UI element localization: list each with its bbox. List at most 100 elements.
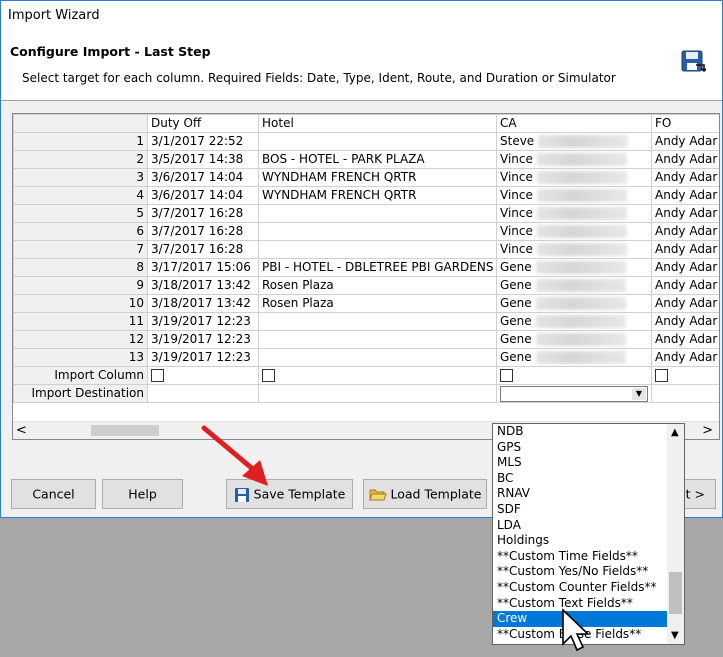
cell-ca[interactable]: Gene bbox=[496, 348, 652, 367]
cell-hotel[interactable] bbox=[258, 204, 497, 223]
cancel-button[interactable]: Cancel bbox=[11, 479, 96, 509]
table-row[interactable]: 10 3/18/2017 13:42 Rosen Plaza Gene Andy Ada… bbox=[13, 294, 719, 313]
row-number: 12 bbox=[13, 330, 148, 349]
import-checkbox-fo[interactable] bbox=[655, 369, 668, 382]
chevron-up-icon[interactable]: ▲ bbox=[671, 427, 679, 438]
dropdown-option[interactable]: SDF bbox=[493, 502, 668, 518]
table-row[interactable]: 3 3/6/2017 14:04 WYNDHAM FRENCH QRTR Vince A… bbox=[13, 168, 719, 187]
cell-hotel[interactable]: WYNDHAM FRENCH QRTR bbox=[258, 186, 497, 205]
dropdown-option[interactable]: NDB bbox=[493, 424, 668, 440]
dropdown-option[interactable]: GPS bbox=[493, 440, 668, 456]
chevron-down-icon[interactable]: ▼ bbox=[632, 387, 646, 400]
dropdown-option[interactable]: **Custom Yes/No Fields** bbox=[493, 564, 668, 580]
cell-fo[interactable]: Andy Adar bbox=[651, 330, 719, 349]
import-grid[interactable]: Duty Off Hotel CA FO 1 3/1/2017 22:52 Stev… bbox=[12, 113, 720, 440]
cell-hotel[interactable] bbox=[258, 222, 497, 241]
cell-hotel[interactable]: Rosen Plaza bbox=[258, 276, 497, 295]
cell-hotel[interactable] bbox=[258, 330, 497, 349]
import-destination-select-ca[interactable]: ▼ bbox=[500, 385, 648, 402]
cell-ca[interactable]: Vince bbox=[496, 204, 652, 223]
dropdown-option[interactable]: **Custom Counter Fields** bbox=[493, 580, 668, 596]
load-template-button[interactable]: Load Template bbox=[363, 479, 487, 509]
column-header-fo[interactable]: FO bbox=[651, 114, 719, 133]
cell-hotel[interactable]: PBI - HOTEL - DBLETREE PBI GARDENS bbox=[258, 258, 497, 277]
dropdown-option[interactable]: **Custom Time Fields** bbox=[493, 549, 668, 565]
cell-hotel[interactable]: BOS - HOTEL - PARK PLAZA bbox=[258, 150, 497, 169]
table-row[interactable]: 7 3/7/2017 16:28 Vince Andy Adar bbox=[13, 240, 719, 259]
cell-ca[interactable]: Gene bbox=[496, 294, 652, 313]
cell-ca[interactable]: Steve bbox=[496, 132, 652, 151]
cell-fo[interactable]: Andy Adar bbox=[651, 276, 719, 295]
cell-duty-off[interactable]: 3/7/2017 16:28 bbox=[147, 204, 259, 223]
column-header-duty-off[interactable]: Duty Off bbox=[147, 114, 259, 133]
scroll-right-icon[interactable]: > bbox=[702, 422, 713, 439]
cell-fo[interactable]: Andy Adar bbox=[651, 186, 719, 205]
table-row[interactable]: 6 3/7/2017 16:28 Vince Andy Adar bbox=[13, 222, 719, 241]
cell-ca[interactable]: Gene bbox=[496, 312, 652, 331]
table-row[interactable]: 4 3/6/2017 14:04 WYNDHAM FRENCH QRTR Vince A… bbox=[13, 186, 719, 205]
cell-ca[interactable]: Gene bbox=[496, 258, 652, 277]
help-button[interactable]: Help bbox=[102, 479, 183, 509]
cell-duty-off[interactable]: 3/6/2017 14:04 bbox=[147, 168, 259, 187]
cell-duty-off[interactable]: 3/17/2017 15:06 bbox=[147, 258, 259, 277]
dropdown-scrollbar[interactable]: ▲ ▼ bbox=[667, 424, 684, 644]
chevron-down-icon[interactable]: ▼ bbox=[671, 630, 679, 641]
cell-fo[interactable]: Andy Adar bbox=[651, 258, 719, 277]
row-number: 13 bbox=[13, 348, 148, 367]
import-checkbox-hotel[interactable] bbox=[262, 369, 275, 382]
cell-ca[interactable]: Vince bbox=[496, 222, 652, 241]
cell-fo[interactable]: Andy Adar bbox=[651, 312, 719, 331]
cell-fo[interactable]: Andy Adar bbox=[651, 294, 719, 313]
cell-duty-off[interactable]: 3/19/2017 12:23 bbox=[147, 312, 259, 331]
import-checkbox-ca[interactable] bbox=[500, 369, 513, 382]
cell-duty-off[interactable]: 3/18/2017 13:42 bbox=[147, 294, 259, 313]
dropdown-option[interactable]: RNAV bbox=[493, 486, 668, 502]
table-row[interactable]: 5 3/7/2017 16:28 Vince Andy Adar bbox=[13, 204, 719, 223]
cell-fo[interactable]: Andy Adar bbox=[651, 240, 719, 259]
import-checkbox-duty-off[interactable] bbox=[151, 369, 164, 382]
cell-duty-off[interactable]: 3/6/2017 14:04 bbox=[147, 186, 259, 205]
cell-hotel[interactable]: WYNDHAM FRENCH QRTR bbox=[258, 168, 497, 187]
table-row[interactable]: 2 3/5/2017 14:38 BOS - HOTEL - PARK PLAZA V… bbox=[13, 150, 719, 169]
cell-duty-off[interactable]: 3/18/2017 13:42 bbox=[147, 276, 259, 295]
scrollbar-thumb[interactable] bbox=[91, 425, 159, 436]
cell-duty-off-text: 3/7/2017 16:28 bbox=[151, 206, 244, 220]
dropdown-scroll-thumb[interactable] bbox=[669, 572, 682, 614]
cell-ca[interactable]: Vince bbox=[496, 168, 652, 187]
table-row[interactable]: 11 3/19/2017 12:23 Gene Andy Adar bbox=[13, 312, 719, 331]
cell-duty-off[interactable]: 3/7/2017 16:28 bbox=[147, 222, 259, 241]
cell-fo[interactable]: Andy Adar bbox=[651, 168, 719, 187]
cell-fo[interactable]: Andy Adar bbox=[651, 348, 719, 367]
cell-hotel[interactable] bbox=[258, 240, 497, 259]
dropdown-option[interactable]: BC bbox=[493, 471, 668, 487]
column-header-hotel[interactable]: Hotel bbox=[258, 114, 497, 133]
cell-hotel[interactable] bbox=[258, 348, 497, 367]
table-row[interactable]: 12 3/19/2017 12:23 Gene Andy Adar bbox=[13, 330, 719, 349]
cell-ca[interactable]: Gene bbox=[496, 276, 652, 295]
table-row[interactable]: 1 3/1/2017 22:52 Steve Andy Adar bbox=[13, 132, 719, 151]
column-header-ca[interactable]: CA bbox=[496, 114, 652, 133]
cell-duty-off[interactable]: 3/19/2017 12:23 bbox=[147, 348, 259, 367]
cell-fo[interactable]: Andy Adar bbox=[651, 150, 719, 169]
cell-ca[interactable]: Vince bbox=[496, 186, 652, 205]
cell-duty-off[interactable]: 3/1/2017 22:52 bbox=[147, 132, 259, 151]
cell-hotel[interactable]: Rosen Plaza bbox=[258, 294, 497, 313]
cell-ca[interactable]: Vince bbox=[496, 240, 652, 259]
cell-fo[interactable]: Andy Adar bbox=[651, 222, 719, 241]
table-row[interactable]: 13 3/19/2017 12:23 Gene Andy Adar bbox=[13, 348, 719, 367]
cell-duty-off[interactable]: 3/19/2017 12:23 bbox=[147, 330, 259, 349]
dropdown-option[interactable]: LDA bbox=[493, 518, 668, 534]
table-row[interactable]: 9 3/18/2017 13:42 Rosen Plaza Gene Andy Adar bbox=[13, 276, 719, 295]
cell-fo[interactable]: Andy Adar bbox=[651, 132, 719, 151]
scroll-left-icon[interactable]: < bbox=[16, 422, 27, 439]
cell-duty-off[interactable]: 3/7/2017 16:28 bbox=[147, 240, 259, 259]
cell-hotel[interactable] bbox=[258, 132, 497, 151]
cell-fo[interactable]: Andy Adar bbox=[651, 204, 719, 223]
cell-ca[interactable]: Vince bbox=[496, 150, 652, 169]
cell-duty-off[interactable]: 3/5/2017 14:38 bbox=[147, 150, 259, 169]
table-row[interactable]: 8 3/17/2017 15:06 PBI - HOTEL - DBLETREE P… bbox=[13, 258, 719, 277]
dropdown-option[interactable]: Holdings bbox=[493, 533, 668, 549]
cell-hotel[interactable] bbox=[258, 312, 497, 331]
dropdown-option[interactable]: MLS bbox=[493, 455, 668, 471]
cell-ca[interactable]: Gene bbox=[496, 330, 652, 349]
